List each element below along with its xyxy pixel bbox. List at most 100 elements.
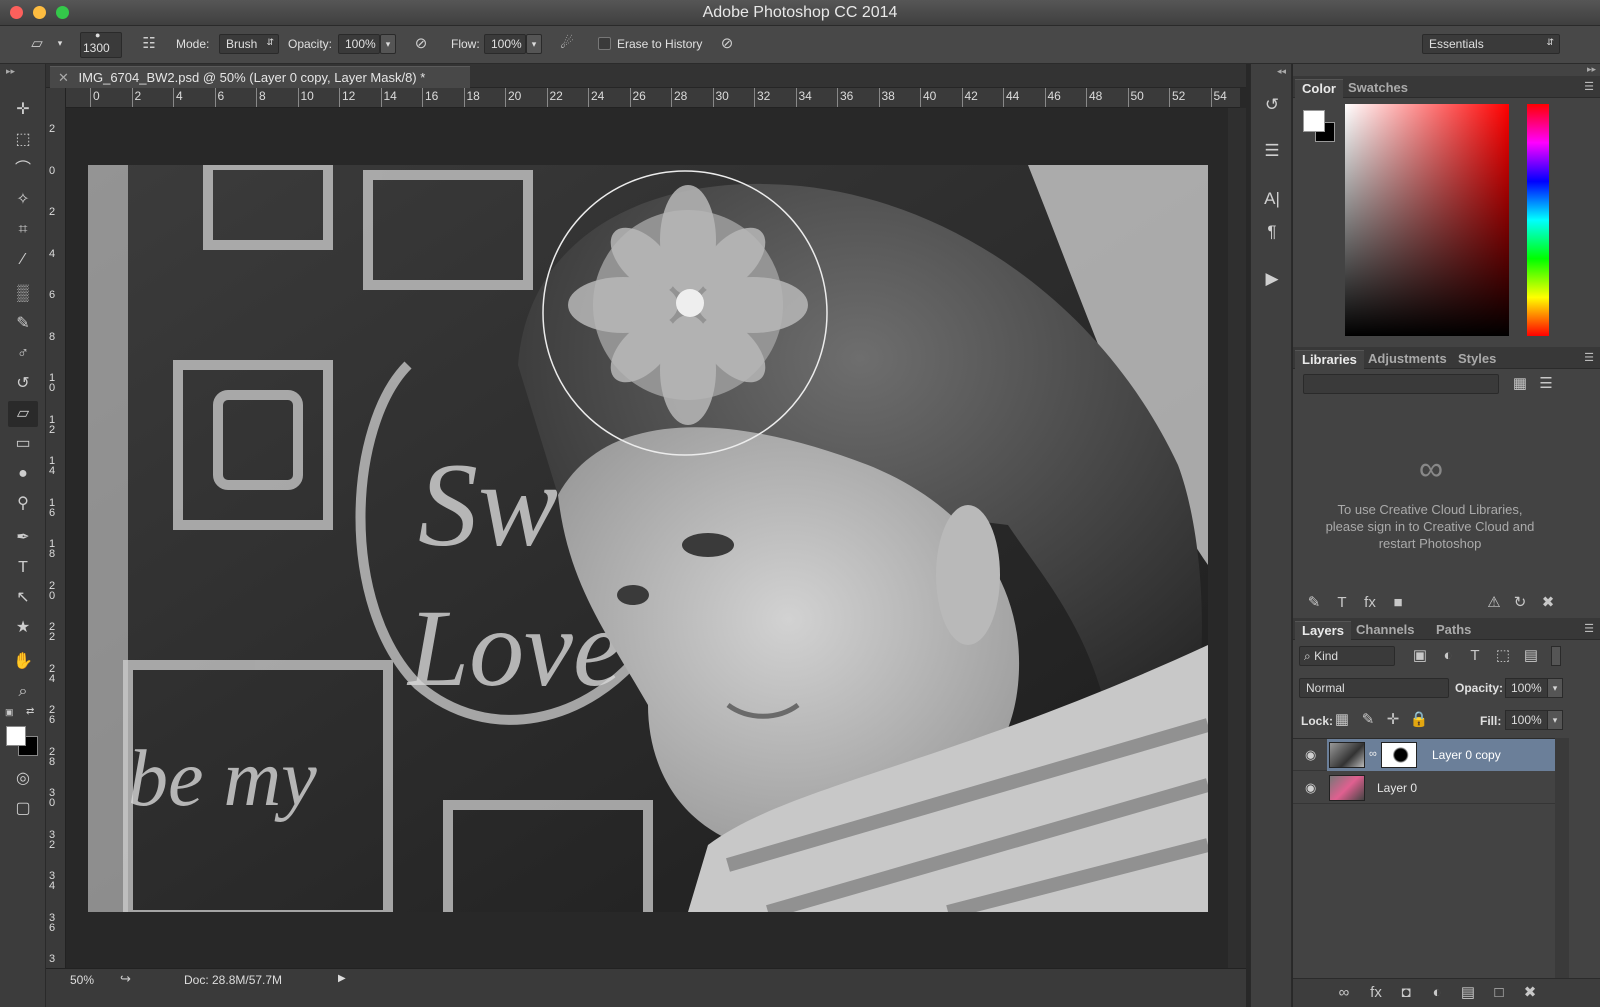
crop-tool-icon[interactable]: ⌗ — [8, 217, 38, 243]
horizontal-ruler[interactable]: 0 2 4 6 8 10 12 14 16 18 20 22 24 26 28 30 32 34 36 38 40 42 4… — [66, 88, 1240, 108]
screen-mode-icon[interactable]: ▢ — [8, 796, 38, 822]
mask-link-icon[interactable]: ∞ — [1369, 748, 1377, 760]
share-icon[interactable]: ↪ — [120, 971, 131, 987]
delete-library-item-icon[interactable]: ✖ — [1537, 592, 1559, 614]
panel-menu-icon[interactable]: ☰ — [1584, 622, 1594, 635]
filter-smart-object-icon[interactable]: ▤ — [1520, 645, 1542, 667]
magic-wand-tool-icon[interactable]: ✧ — [8, 187, 38, 213]
link-layers-icon[interactable]: ∞ — [1333, 982, 1355, 1004]
add-color-icon[interactable]: ■ — [1387, 592, 1409, 614]
filter-pixel-icon[interactable]: ▣ — [1409, 645, 1431, 667]
filter-adjustment-icon[interactable]: ◐ — [1437, 645, 1459, 667]
blur-tool-icon[interactable]: ● — [8, 461, 38, 487]
zoom-tool-icon[interactable]: ⌕ — [8, 679, 38, 705]
pen-tool-icon[interactable]: ✒ — [8, 525, 38, 551]
new-group-icon[interactable]: ▤ — [1457, 982, 1479, 1004]
pressure-opacity-icon[interactable]: ⊘ — [410, 33, 432, 55]
close-document-icon[interactable]: ✕ — [58, 70, 69, 85]
swap-colors-icon[interactable]: ⇄ — [26, 706, 34, 717]
delete-layer-icon[interactable]: ✖ — [1519, 982, 1541, 1004]
tab-libraries[interactable]: Libraries — [1295, 350, 1364, 369]
tab-adjustments[interactable]: Adjustments — [1361, 350, 1454, 369]
fill-dropdown[interactable]: ▾ — [1547, 710, 1563, 730]
library-select[interactable] — [1303, 374, 1499, 394]
collapse-strip-icon[interactable]: ◂◂ — [1277, 66, 1286, 77]
actions-panel-icon[interactable]: ▶ — [1259, 266, 1285, 292]
dodge-tool-icon[interactable]: ⚲ — [8, 491, 38, 517]
brush-tool-icon[interactable]: ✎ — [8, 311, 38, 337]
history-brush-tool-icon[interactable]: ↺ — [8, 371, 38, 397]
airbrush-icon[interactable]: ☄ — [556, 33, 578, 55]
eraser-tool-icon[interactable]: ▱ — [8, 401, 38, 427]
document-tab[interactable]: ✕ IMG_6704_BW2.psd @ 50% (Layer 0 copy, … — [50, 66, 470, 88]
panel-menu-icon[interactable]: ☰ — [1584, 80, 1594, 93]
new-adjustment-layer-icon[interactable]: ◐ — [1426, 982, 1448, 1004]
document-image[interactable]: Sw Love be my — [88, 165, 1208, 912]
visibility-eye-icon[interactable]: ◉ — [1305, 747, 1316, 763]
layer-style-icon[interactable]: fx — [1365, 982, 1387, 1004]
erase-to-history-checkbox[interactable] — [598, 37, 611, 50]
opacity-input[interactable]: 100% — [338, 34, 380, 54]
grid-view-icon[interactable]: ▦ — [1509, 373, 1531, 395]
history-panel-icon[interactable]: ↺ — [1259, 92, 1285, 118]
vertical-ruler[interactable]: 2 0 2 4 6 8 10 12 14 16 18 20 22 24 26 28 30 32 34 36 3 — [46, 88, 66, 968]
lock-transparent-pixels-icon[interactable]: ▦ — [1331, 709, 1353, 731]
filter-type-icon[interactable]: T — [1464, 645, 1486, 667]
layer-row[interactable]: ◉ Layer 0 — [1293, 772, 1555, 804]
tool-preset-dropdown[interactable]: ▾ — [54, 34, 66, 54]
layer-opacity-input[interactable]: 100% — [1505, 678, 1549, 698]
default-colors-icon[interactable]: ▣ — [5, 707, 14, 718]
filter-shape-icon[interactable]: ⬚ — [1492, 645, 1514, 667]
tab-styles[interactable]: Styles — [1451, 350, 1503, 369]
sync-icon[interactable]: ↻ — [1509, 592, 1531, 614]
quick-mask-icon[interactable]: ◎ — [8, 766, 38, 792]
zoom-level[interactable]: 50% — [70, 973, 94, 987]
lock-all-icon[interactable]: 🔒 — [1408, 709, 1430, 731]
layer-opacity-dropdown[interactable]: ▾ — [1547, 678, 1563, 698]
layer-row[interactable]: ◉ ∞ Layer 0 copy — [1293, 739, 1555, 771]
vertical-scrollbar[interactable] — [1228, 108, 1246, 968]
type-tool-icon[interactable]: T — [8, 555, 38, 581]
flow-input[interactable]: 100% — [484, 34, 526, 54]
workspace-switcher[interactable]: Essentials ⇵ — [1422, 34, 1560, 54]
layer-thumbnail[interactable] — [1329, 742, 1365, 768]
lasso-tool-icon[interactable]: ⌒ — [8, 157, 38, 183]
add-text-style-icon[interactable]: T — [1331, 592, 1353, 614]
new-layer-icon[interactable]: □ — [1488, 982, 1510, 1004]
tab-swatches[interactable]: Swatches — [1341, 79, 1415, 98]
warning-icon[interactable]: ⚠ — [1483, 592, 1505, 614]
layer-mask-thumbnail[interactable] — [1381, 742, 1417, 768]
clone-stamp-tool-icon[interactable]: ♂ — [8, 341, 38, 367]
paragraph-panel-icon[interactable]: ¶ — [1259, 219, 1285, 245]
list-view-icon[interactable]: ☰ — [1535, 373, 1557, 395]
layer-filter-select[interactable]: ⌕ Kind — [1299, 646, 1395, 666]
add-mask-icon[interactable]: ◘ — [1395, 982, 1417, 1004]
hue-slider[interactable] — [1527, 104, 1549, 336]
brush-panel-toggle-icon[interactable]: ☷ — [138, 33, 160, 55]
panel-menu-icon[interactable]: ☰ — [1584, 351, 1594, 364]
mode-select[interactable]: Brush ⇵ — [219, 34, 279, 54]
tab-color[interactable]: Color — [1295, 79, 1343, 98]
hand-tool-icon[interactable]: ✋ — [8, 649, 38, 675]
layer-name[interactable]: Layer 0 copy — [1432, 748, 1501, 762]
lock-position-icon[interactable]: ✛ — [1382, 709, 1404, 731]
filter-toggle-switch[interactable] — [1551, 646, 1561, 666]
custom-shape-tool-icon[interactable]: ★ — [8, 615, 38, 641]
collapse-dock-icon[interactable]: ▸▸ — [1587, 64, 1596, 75]
flow-dropdown[interactable]: ▾ — [526, 34, 542, 54]
foreground-color-swatch[interactable] — [6, 726, 26, 746]
tab-channels[interactable]: Channels — [1349, 621, 1422, 640]
path-selection-tool-icon[interactable]: ↖ — [8, 585, 38, 611]
status-menu-arrow-icon[interactable]: ▶ — [338, 973, 346, 984]
move-tool-icon[interactable]: ✛ — [8, 97, 38, 123]
visibility-eye-icon[interactable]: ◉ — [1305, 780, 1316, 796]
color-panel-foreground-swatch[interactable] — [1303, 110, 1325, 132]
layer-thumbnail[interactable] — [1329, 775, 1365, 801]
layers-scrollbar[interactable] — [1555, 738, 1569, 978]
marquee-tool-icon[interactable]: ⬚ — [8, 127, 38, 153]
add-graphic-icon[interactable]: ✎ — [1303, 592, 1325, 614]
lock-image-pixels-icon[interactable]: ✎ — [1357, 709, 1379, 731]
tab-layers[interactable]: Layers — [1295, 621, 1351, 640]
tab-paths[interactable]: Paths — [1429, 621, 1478, 640]
blend-mode-select[interactable]: Normal — [1299, 678, 1449, 698]
